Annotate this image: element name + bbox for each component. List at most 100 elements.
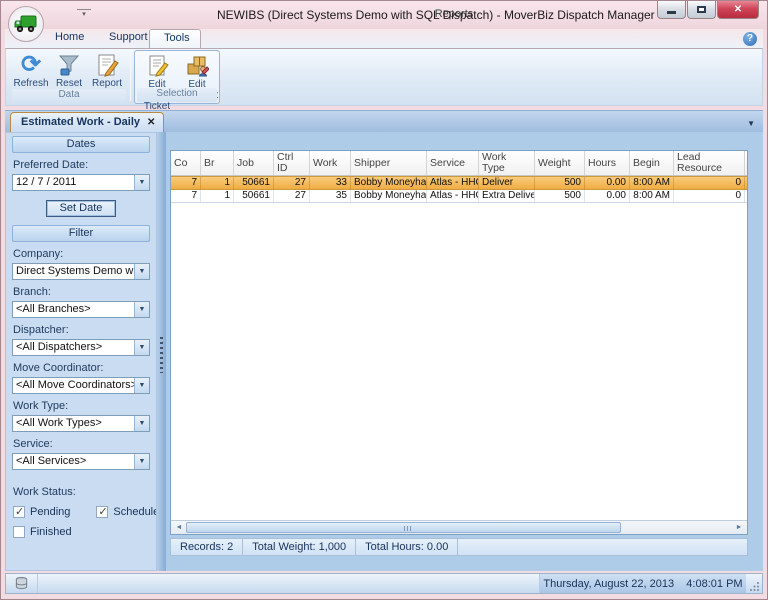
service-label: Service: xyxy=(13,438,149,450)
title-bar: ▾ Reports NEWIBS (Direct Systems Demo wi… xyxy=(1,1,767,29)
document-tab-strip: Estimated Work - Daily ✕ ▼ xyxy=(5,110,763,132)
column-header-employees[interactable]: Em xyxy=(745,151,747,175)
chevron-down-icon[interactable]: ▼ xyxy=(134,302,149,317)
work-status-label: Work Status: xyxy=(13,486,149,498)
minimize-button[interactable] xyxy=(657,1,686,19)
truck-icon xyxy=(13,11,39,37)
scrollbar-thumb[interactable] xyxy=(186,522,621,533)
chevron-down-icon[interactable]: ▼ xyxy=(134,175,149,190)
column-header-job[interactable]: Job xyxy=(234,151,274,175)
grid-header-row: Co Br Job Ctrl ID Work Shipper Service W… xyxy=(171,151,747,176)
app-logo-truck-icon[interactable] xyxy=(8,6,44,42)
ribbon-group-data: ⟳ Refresh Data Reset Filter xyxy=(10,50,128,104)
scrollbar-grip-icon xyxy=(404,526,413,531)
filter-section-header[interactable]: Filter xyxy=(12,225,150,242)
tab-close-icon[interactable]: ✕ xyxy=(147,117,155,128)
service-select[interactable]: <All Services> ▼ xyxy=(12,453,150,470)
splitter-grip-icon xyxy=(160,337,163,373)
tab-overflow-dropdown-icon[interactable]: ▼ xyxy=(747,119,755,128)
move-coordinator-select[interactable]: <All Move Coordinators> ▼ xyxy=(12,377,150,394)
column-header-weight[interactable]: Weight xyxy=(535,151,585,175)
maximize-icon xyxy=(697,6,706,13)
filter-sidebar: Dates Preferred Date: 12 / 7 / 2011 ▼ Se… xyxy=(5,132,157,571)
preferred-date-picker[interactable]: 12 / 7 / 2011 ▼ xyxy=(12,174,150,191)
branch-label: Branch: xyxy=(13,286,149,298)
reset-filter-icon xyxy=(57,52,81,78)
column-header-work[interactable]: Work xyxy=(310,151,351,175)
quick-access-dropdown-icon[interactable]: ▾ xyxy=(77,9,91,21)
column-header-co[interactable]: Co xyxy=(171,151,201,175)
edit-shipment-button[interactable]: Edit Shipment xyxy=(178,53,216,112)
column-header-br[interactable]: Br xyxy=(201,151,234,175)
company-label: Company: xyxy=(13,248,149,260)
move-coordinator-label: Move Coordinator: xyxy=(13,362,149,374)
sidebar-splitter[interactable] xyxy=(157,132,166,571)
table-row[interactable]: 7 1 50661 27 35 Bobby Moneyhan Atlas - H… xyxy=(171,190,747,203)
edit-work-ticket-button[interactable]: Edit Work Ticket xyxy=(138,53,176,112)
chevron-down-icon[interactable]: ▼ xyxy=(134,340,149,355)
column-header-shipper[interactable]: Shipper xyxy=(351,151,427,175)
finished-checkbox[interactable]: Finished xyxy=(13,526,72,538)
column-header-lead-resource[interactable]: Lead Resource xyxy=(674,151,745,175)
column-header-service[interactable]: Service xyxy=(427,151,479,175)
scheduled-checkbox[interactable]: Scheduled xyxy=(96,506,157,518)
status-datetime: Thursday, August 22, 2013 4:08:01 PM xyxy=(540,574,746,593)
tab-estimated-work-daily[interactable]: Estimated Work - Daily ✕ xyxy=(10,112,164,132)
checkbox-icon[interactable] xyxy=(13,526,25,538)
database-icon xyxy=(14,576,29,591)
records-count: Records: 2 xyxy=(171,539,243,555)
work-type-select[interactable]: <All Work Types> ▼ xyxy=(12,415,150,432)
tab-tools[interactable]: Tools xyxy=(149,29,201,48)
checkbox-icon[interactable] xyxy=(13,506,25,518)
main-area: Dates Preferred Date: 12 / 7 / 2011 ▼ Se… xyxy=(1,132,767,573)
column-header-work-type[interactable]: Work Type xyxy=(479,151,535,175)
dates-section-header[interactable]: Dates xyxy=(12,136,150,153)
table-row[interactable]: 7 1 50661 27 33 Bobby Moneyhan Atlas - H… xyxy=(171,176,747,190)
app-window: ▾ Reports NEWIBS (Direct Systems Demo wi… xyxy=(0,0,768,600)
maximize-button[interactable] xyxy=(687,1,716,19)
branch-select[interactable]: <All Branches> ▼ xyxy=(12,301,150,318)
chevron-down-icon[interactable]: ▼ xyxy=(134,378,149,393)
work-grid: Co Br Job Ctrl ID Work Shipper Service W… xyxy=(170,150,748,535)
scroll-left-icon[interactable]: ◄ xyxy=(172,523,186,533)
ribbon: ⟳ Refresh Data Reset Filter xyxy=(5,48,763,106)
preferred-date-label: Preferred Date: xyxy=(13,159,149,171)
scroll-right-icon[interactable]: ► xyxy=(732,523,746,533)
dispatcher-label: Dispatcher: xyxy=(13,324,149,336)
close-icon: ✕ xyxy=(734,4,742,15)
window-title: NEWIBS (Direct Systems Demo with SQL Dis… xyxy=(217,8,655,22)
ribbon-group-label-selection: Selection xyxy=(137,88,217,102)
window-status-bar: Thursday, August 22, 2013 4:08:01 PM xyxy=(5,573,763,594)
ribbon-group-label-data: Data xyxy=(12,89,126,103)
tab-home[interactable]: Home xyxy=(41,29,98,48)
chevron-down-icon[interactable]: ▼ xyxy=(134,416,149,431)
edit-work-ticket-icon xyxy=(145,53,169,79)
set-date-button[interactable]: Set Date xyxy=(46,200,116,217)
dispatcher-select[interactable]: <All Dispatchers> ▼ xyxy=(12,339,150,356)
chevron-down-icon[interactable]: ▼ xyxy=(134,264,149,279)
document-tab-label: Estimated Work - Daily xyxy=(21,116,140,128)
total-hours: Total Hours: 0.00 xyxy=(356,539,458,555)
horizontal-scrollbar[interactable]: ◄ ► xyxy=(171,520,747,534)
close-button[interactable]: ✕ xyxy=(717,1,759,19)
grid-status-bar: Records: 2 Total Weight: 1,000 Total Hou… xyxy=(170,538,748,556)
help-icon[interactable]: ? xyxy=(743,32,757,46)
ribbon-tab-row: Home Support Tools ? xyxy=(5,29,763,48)
report-viewer-icon xyxy=(95,52,119,78)
resize-grip-icon[interactable] xyxy=(746,574,762,593)
checkbox-icon[interactable] xyxy=(96,506,108,518)
ribbon-group-separator xyxy=(130,53,131,101)
chevron-down-icon[interactable]: ▼ xyxy=(134,454,149,469)
column-header-begin[interactable]: Begin xyxy=(630,151,674,175)
ribbon-group-selection: Edit Work Ticket Edit Shipment xyxy=(134,50,220,104)
edit-shipment-icon xyxy=(185,53,209,79)
column-header-ctrl-id[interactable]: Ctrl ID xyxy=(274,151,310,175)
pending-checkbox[interactable]: Pending xyxy=(13,506,70,518)
total-weight: Total Weight: 1,000 xyxy=(243,539,356,555)
minimize-icon xyxy=(667,11,676,14)
status-bar-spacer xyxy=(38,574,540,593)
grid-panel: Co Br Job Ctrl ID Work Shipper Service W… xyxy=(166,132,763,571)
work-type-label: Work Type: xyxy=(13,400,149,412)
column-header-hours[interactable]: Hours xyxy=(585,151,630,175)
company-select[interactable]: Direct Systems Demo with SQL D ▼ xyxy=(12,263,150,280)
